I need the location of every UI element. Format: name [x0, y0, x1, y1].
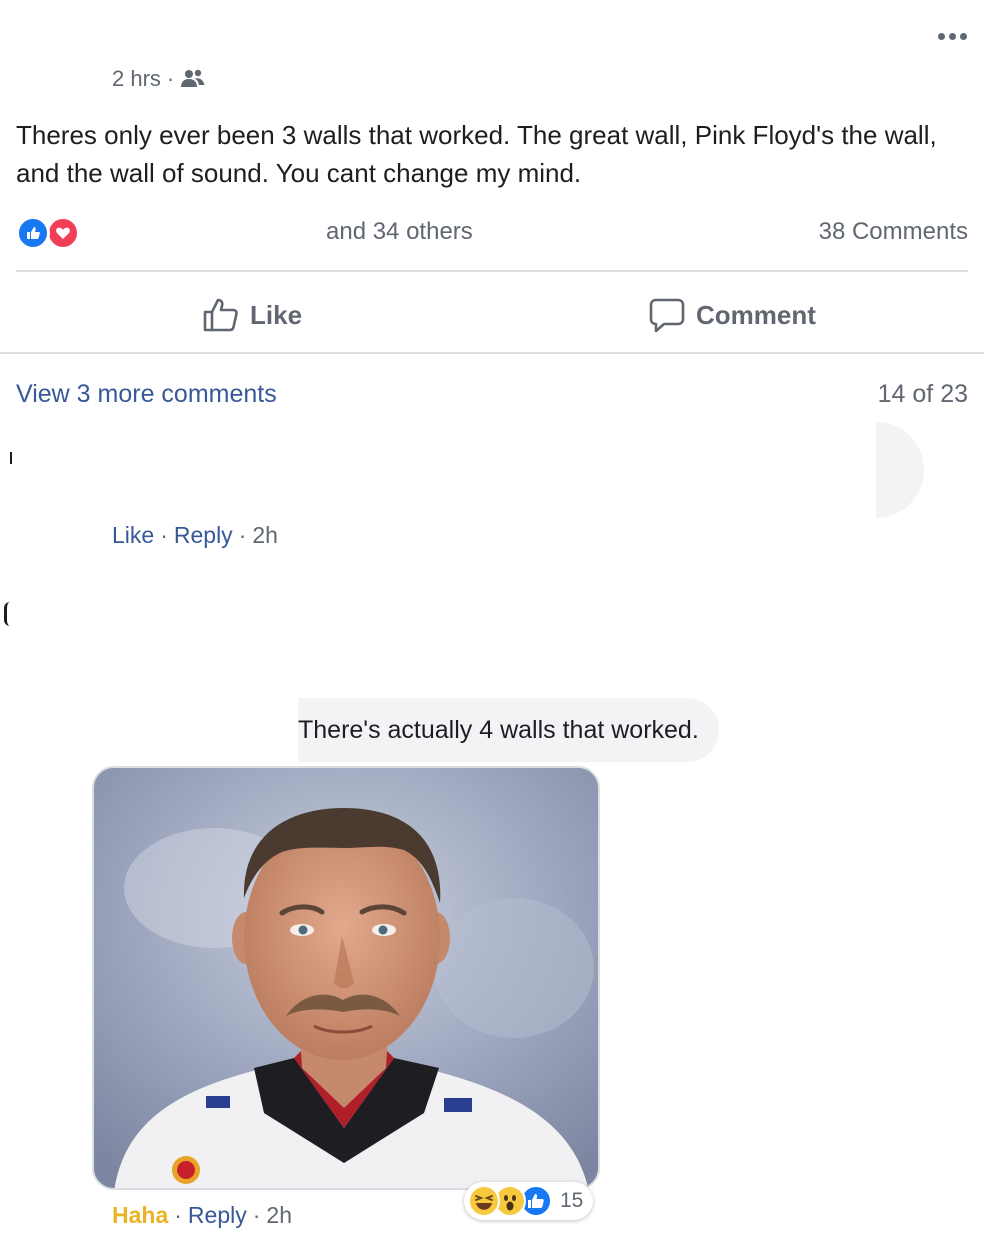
- comment-button-label: Comment: [696, 299, 816, 330]
- separator: ·: [252, 1202, 261, 1228]
- cropped-avatar-edge: [4, 602, 10, 626]
- dot: [937, 32, 945, 40]
- comment-button[interactable]: Comment: [648, 290, 816, 340]
- meta-separator: ·: [166, 66, 175, 91]
- comments-count[interactable]: 38 Comments: [819, 218, 968, 246]
- view-more-comments-link[interactable]: View 3 more comments: [16, 380, 277, 409]
- cropped-avatar-edge: [10, 452, 12, 464]
- separator: ·: [238, 522, 247, 548]
- comment-like-link[interactable]: Like: [112, 522, 154, 549]
- reply-time[interactable]: 2h: [266, 1202, 292, 1229]
- reply-comment-actions: Haha · Reply · 2h: [112, 1202, 292, 1229]
- friends-icon[interactable]: [180, 68, 206, 90]
- separator: ·: [174, 1202, 182, 1228]
- reaction-icons[interactable]: [16, 216, 86, 250]
- post-meta: 2 hrs ·: [112, 66, 206, 92]
- comment-bubble-edge: [876, 422, 924, 518]
- divider: [0, 352, 984, 354]
- more-options-button[interactable]: [934, 28, 970, 44]
- post-text: Theres only ever been 3 walls that worke…: [16, 120, 937, 188]
- like-icon: [16, 216, 50, 250]
- reply-reactions-pill[interactable]: 15: [464, 1182, 594, 1220]
- separator: ·: [160, 522, 168, 548]
- reply-comment-bubble: There's actually 4 walls that worked.: [298, 698, 719, 762]
- thumbs-up-icon: [202, 296, 240, 334]
- dot: [948, 32, 956, 40]
- reactions-summary: and 34 others 38 Comments: [16, 214, 968, 254]
- comment-photo[interactable]: [92, 766, 600, 1190]
- comment-actions: Like · Reply · 2h: [112, 522, 278, 549]
- like-button-label: Like: [250, 299, 303, 330]
- reactions-others-text[interactable]: and 34 others: [326, 218, 473, 246]
- haha-icon: [468, 1185, 500, 1217]
- speech-bubble-icon: [648, 296, 686, 334]
- reply-reply-link[interactable]: Reply: [188, 1202, 247, 1229]
- comments-position: 14 of 23: [877, 380, 968, 408]
- reply-reaction-link[interactable]: Haha: [112, 1202, 168, 1229]
- like-button[interactable]: Like: [202, 290, 302, 340]
- post-timestamp[interactable]: 2 hrs: [112, 66, 161, 92]
- reply-comment-text: There's actually 4 walls that worked.: [298, 715, 699, 744]
- love-icon: [46, 216, 80, 250]
- reply-reaction-icons: [468, 1185, 554, 1217]
- reply-reaction-count: 15: [560, 1189, 584, 1212]
- divider: [16, 270, 968, 272]
- dot: [959, 32, 967, 40]
- comment-reply-link[interactable]: Reply: [174, 522, 233, 549]
- comment-time[interactable]: 2h: [252, 522, 278, 549]
